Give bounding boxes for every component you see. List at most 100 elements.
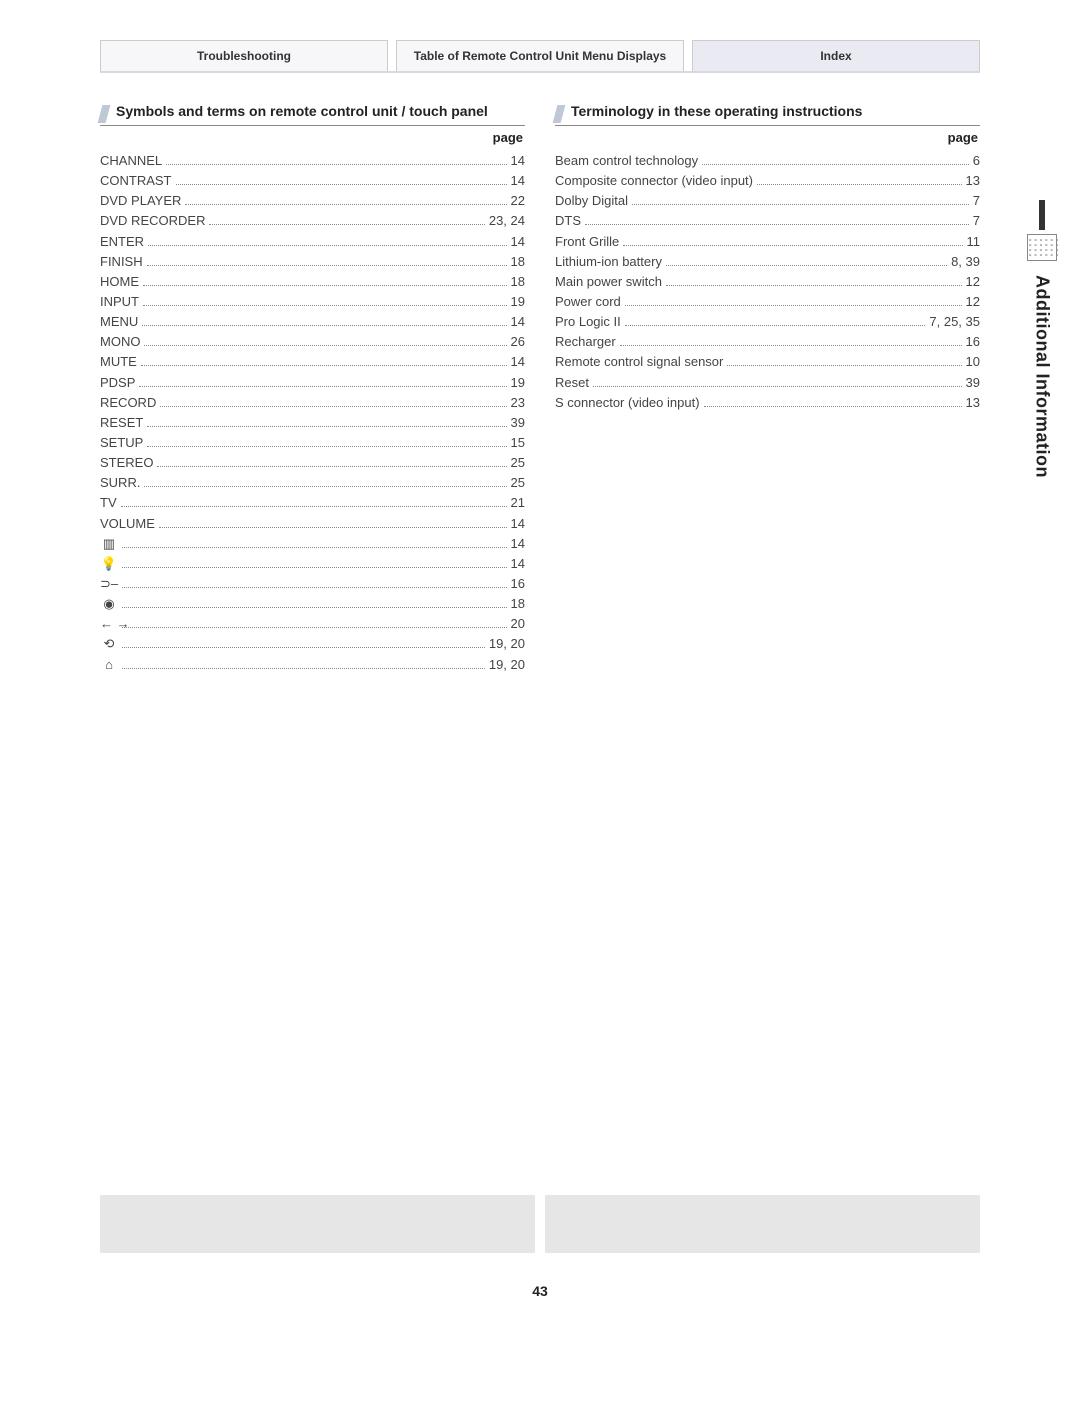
index-term: MENU [100,312,138,332]
index-term: TV [100,493,117,513]
index-term: HOME [100,272,139,292]
index-entry[interactable]: ENTER14 [100,232,525,252]
index-term: Recharger [555,332,616,352]
index-entry[interactable]: MUTE14 [100,352,525,372]
section-tick-icon [98,105,111,123]
index-term: STEREO [100,453,153,473]
index-entry[interactable]: S connector (video input)13 [555,393,980,413]
right-section-title: Terminology in these operating instructi… [555,103,980,126]
index-entry[interactable]: Power cord12 [555,292,980,312]
index-page: 10 [966,352,980,372]
index-entry[interactable]: INPUT19 [100,292,525,312]
leader-dots [623,235,962,245]
index-page: 20 [511,614,525,634]
leader-dots [143,296,507,306]
index-term: FINISH [100,252,143,272]
index-entry[interactable]: CONTRAST14 [100,171,525,191]
index-entry[interactable]: Lithium-ion battery8, 39 [555,252,980,272]
index-term: Remote control signal sensor [555,352,723,372]
page: Troubleshooting Table of Remote Control … [0,40,1080,1299]
tab-troubleshooting[interactable]: Troubleshooting [100,40,388,71]
index-entry[interactable]: 💡14 [100,554,525,574]
index-entry[interactable]: HOME18 [100,272,525,292]
index-page: 25 [511,453,525,473]
index-page: 19 [511,373,525,393]
index-entry[interactable]: VOLUME14 [100,514,525,534]
index-term: SETUP [100,433,143,453]
leader-dots [727,356,961,366]
tab-remote-menu[interactable]: Table of Remote Control Unit Menu Displa… [396,40,684,71]
index-entry[interactable]: Composite connector (video input)13 [555,171,980,191]
index-entry[interactable]: Beam control technology 6 [555,151,980,171]
index-entry[interactable]: ⌂19, 20 [100,655,525,675]
top-tabs: Troubleshooting Table of Remote Control … [100,40,980,73]
side-tab: ∘∘∘∘∘∘∘∘∘∘∘∘∘∘∘∘∘∘∘∘∘∘∘∘ Additional Info… [1024,200,1060,478]
index-term: Reset [555,373,589,393]
index-entry[interactable]: ▥14 [100,534,525,554]
index-symbol: ▥ [100,534,118,554]
index-entry[interactable]: Pro Logic II7, 25, 35 [555,312,980,332]
leader-dots [704,397,962,407]
index-page: 22 [511,191,525,211]
index-term: Lithium-ion battery [555,252,662,272]
leader-dots [147,256,507,266]
leader-dots [166,155,506,165]
index-term: RECORD [100,393,156,413]
right-column: Terminology in these operating instructi… [555,103,980,675]
index-page: 16 [511,574,525,594]
index-entry[interactable]: Dolby Digital7 [555,191,980,211]
index-entry[interactable]: ◉18 [100,594,525,614]
index-page: 26 [511,332,525,352]
index-entry[interactable]: Remote control signal sensor 10 [555,352,980,372]
index-entry[interactable]: DVD RECORDER23, 24 [100,211,525,231]
index-symbol: ⌂ [100,655,118,675]
index-entry[interactable]: ← →20 [100,614,525,634]
leader-dots [121,497,507,507]
index-term: DVD RECORDER [100,211,205,231]
leader-dots [159,517,507,527]
index-entry[interactable]: Reset39 [555,373,980,393]
index-entry[interactable]: SURR.25 [100,473,525,493]
index-entry[interactable]: FINISH18 [100,252,525,272]
index-page: 7 [973,191,980,211]
leader-dots [122,578,507,588]
leader-dots [122,638,485,648]
index-symbol: 💡 [100,554,118,574]
index-term: Beam control technology [555,151,698,171]
index-entry[interactable]: ⊃– 16 [100,574,525,594]
leader-dots [185,195,506,205]
index-term: MUTE [100,352,137,372]
leader-dots [209,215,484,225]
footer-block-left [100,1195,535,1253]
index-entry[interactable]: Main power switch12 [555,272,980,292]
index-page: 21 [511,493,525,513]
page-number: 43 [0,1283,1080,1299]
left-index-list: CHANNEL14CONTRAST14DVD PLAYER22DVD RECOR… [100,151,525,675]
leader-dots [142,316,506,326]
index-entry[interactable]: ⟲19, 20 [100,634,525,654]
index-entry[interactable]: TV 21 [100,493,525,513]
index-entry[interactable]: CHANNEL14 [100,151,525,171]
index-page: 6 [973,151,980,171]
index-entry[interactable]: SETUP 15 [100,433,525,453]
index-page: 18 [511,594,525,614]
side-tab-label: Additional Information [1032,275,1053,478]
index-entry[interactable]: DVD PLAYER22 [100,191,525,211]
leader-dots [122,598,507,608]
index-entry[interactable]: MENU14 [100,312,525,332]
tab-index[interactable]: Index [692,40,980,71]
index-entry[interactable]: RECORD23 [100,393,525,413]
index-page: 13 [966,393,980,413]
index-symbol: ⊃– [100,574,118,594]
leader-dots [176,175,507,185]
leader-dots [144,477,506,487]
index-entry[interactable]: DTS7 [555,211,980,231]
index-entry[interactable]: PDSP19 [100,373,525,393]
index-page: 15 [511,433,525,453]
index-entry[interactable]: MONO26 [100,332,525,352]
index-entry[interactable]: RESET39 [100,413,525,433]
index-entry[interactable]: STEREO 25 [100,453,525,473]
index-entry[interactable]: Recharger16 [555,332,980,352]
left-column: Symbols and terms on remote control unit… [100,103,525,675]
index-entry[interactable]: Front Grille11 [555,232,980,252]
